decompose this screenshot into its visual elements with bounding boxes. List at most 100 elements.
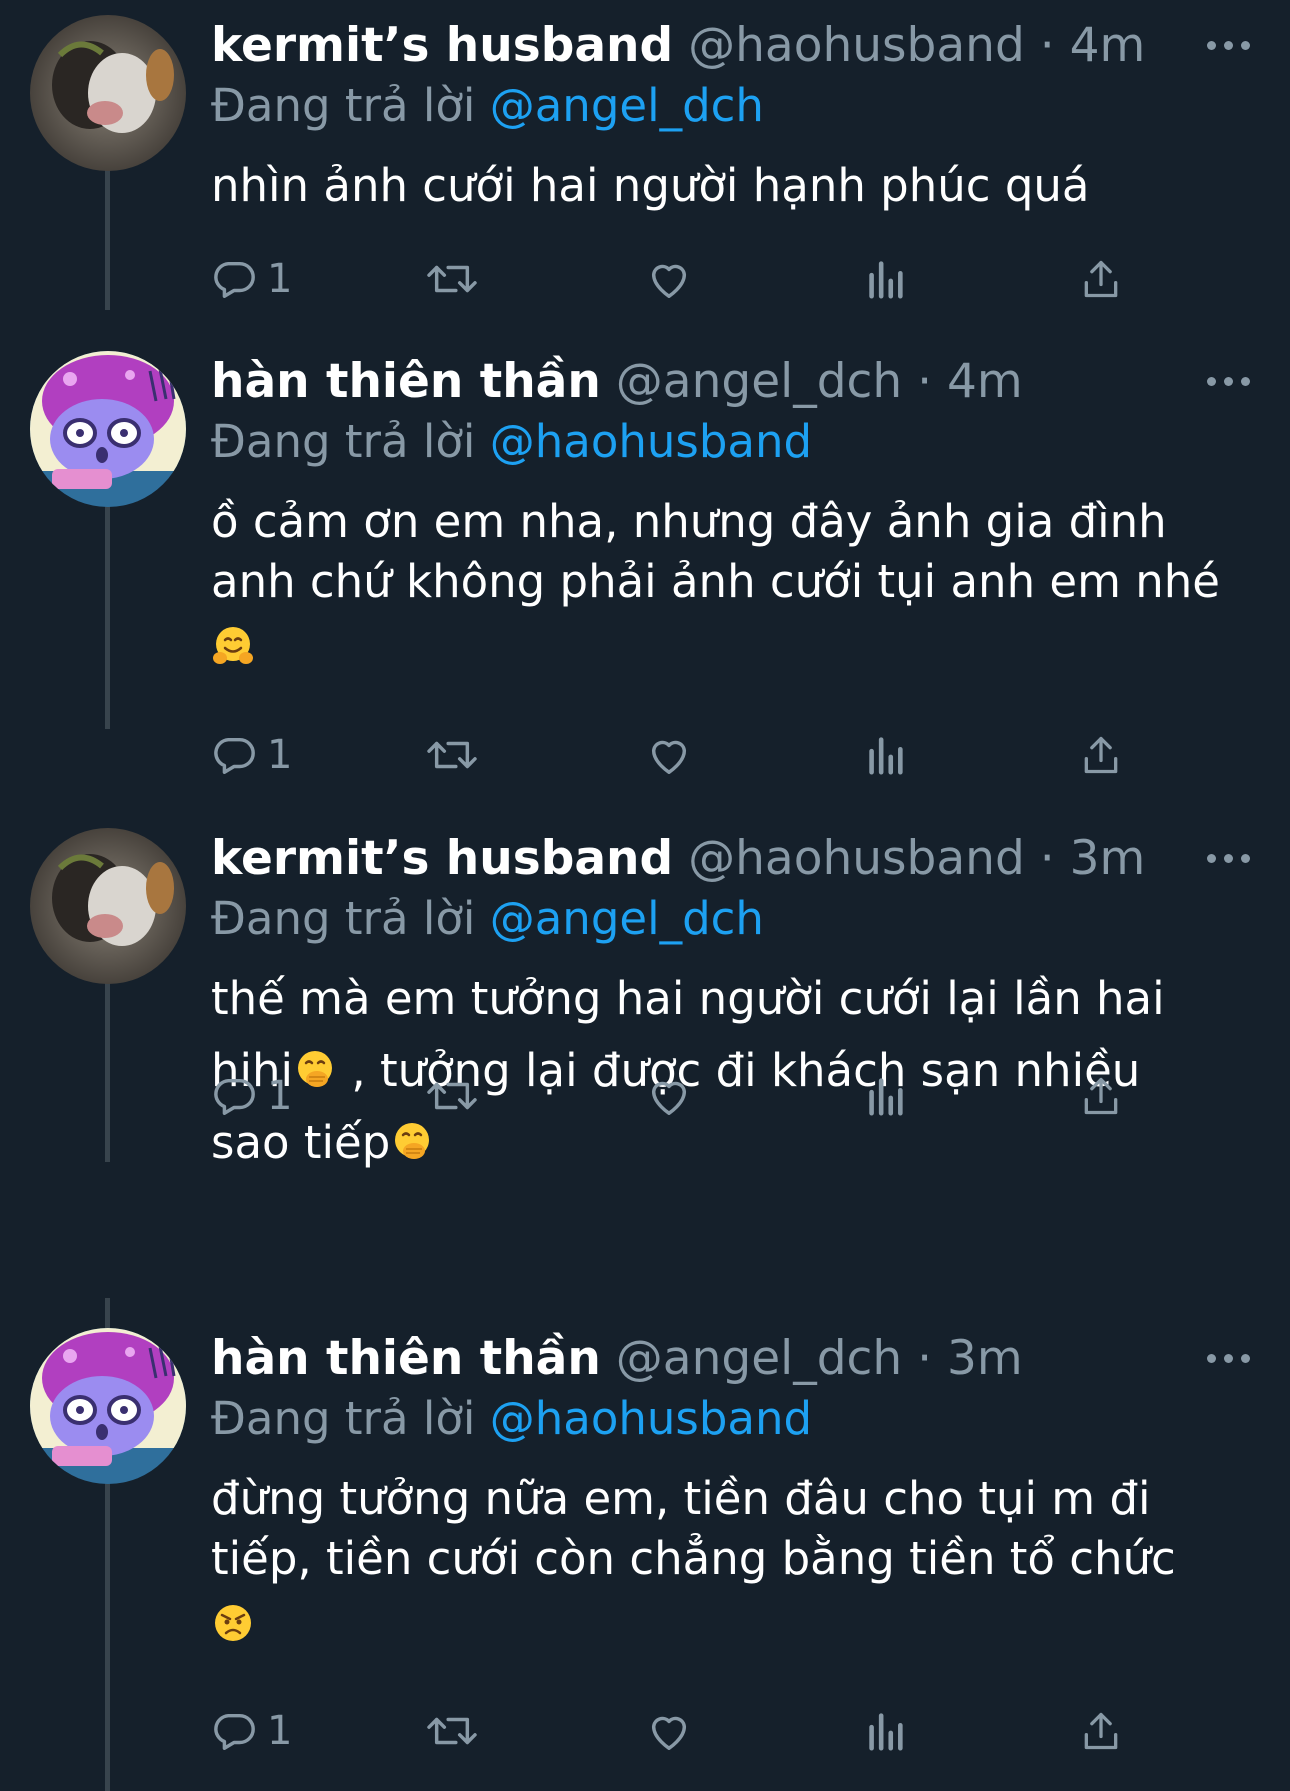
cat-photo-avatar-icon xyxy=(30,828,186,984)
tweet-text-line: tiếp, tiền cưới còn chẳng bằng tiền tổ c… xyxy=(211,1532,1176,1585)
tweet-text: ồ cảm ơn em nha, nhưng đây ảnh gia đình … xyxy=(211,492,1271,682)
user-handle[interactable]: @haohusband xyxy=(688,831,1025,886)
display-name[interactable]: hàn thiên thần xyxy=(211,354,601,409)
reply-button[interactable]: 1 xyxy=(211,1069,292,1123)
tweet-header: kermit’s husband @haohusband · 3m xyxy=(211,829,1145,889)
user-handle[interactable]: @angel_dch xyxy=(616,354,902,409)
share-icon xyxy=(1084,260,1118,298)
tweet-text-line: đừng tưởng nữa em, tiền đâu cho tụi m đi xyxy=(211,1472,1151,1525)
reply-count: 1 xyxy=(267,1073,293,1119)
tweet-text-line: ồ cảm ơn em nha, nhưng đây ảnh gia đình xyxy=(211,495,1167,548)
share-icon xyxy=(1084,1712,1118,1750)
analytics-icon xyxy=(869,1078,903,1116)
share-button[interactable] xyxy=(1079,252,1123,306)
reply-button[interactable]: 1 xyxy=(211,728,292,782)
share-button[interactable] xyxy=(1079,1069,1123,1123)
tweet[interactable]: hàn thiên thần @angel_dch · 4m Đang trả … xyxy=(0,336,1290,778)
replying-to: Đang trả lời @haohusband xyxy=(211,412,812,472)
retweet-button[interactable] xyxy=(424,1069,480,1123)
user-handle[interactable]: @angel_dch xyxy=(616,1331,902,1386)
tweet[interactable]: kermit’s husband @haohusband · 4m Đang t… xyxy=(0,0,1290,310)
tweet-text-line: anh chứ không phải ảnh cưới tụi anh em n… xyxy=(211,555,1220,608)
avatar[interactable] xyxy=(30,1328,186,1484)
replying-to-handle[interactable]: @haohusband xyxy=(490,415,812,468)
analytics-icon xyxy=(869,1713,903,1751)
tweet-actions: 1 xyxy=(211,252,1141,306)
reply-icon xyxy=(214,1713,255,1750)
like-button[interactable] xyxy=(645,728,693,782)
retweet-button[interactable] xyxy=(424,252,480,306)
timestamp[interactable]: 4m xyxy=(947,354,1023,409)
share-button[interactable] xyxy=(1079,728,1123,782)
more-options-icon[interactable] xyxy=(1205,373,1253,391)
replying-to-label: Đang trả lời xyxy=(211,1392,476,1445)
reply-icon xyxy=(214,1078,255,1115)
replying-to-handle[interactable]: @angel_dch xyxy=(490,79,764,132)
like-button[interactable] xyxy=(645,1704,693,1758)
reply-icon xyxy=(214,737,255,774)
analytics-button[interactable] xyxy=(865,1704,905,1758)
more-options-icon[interactable] xyxy=(1205,1350,1253,1368)
purple-cartoon-avatar-icon xyxy=(30,351,186,507)
cat-photo-avatar-icon xyxy=(30,15,186,171)
replying-to-label: Đang trả lời xyxy=(211,415,476,468)
timestamp[interactable]: 3m xyxy=(1070,831,1146,886)
analytics-button[interactable] xyxy=(865,1069,905,1123)
retweet-button[interactable] xyxy=(424,728,480,782)
purple-cartoon-avatar-icon xyxy=(30,1328,186,1484)
reply-icon xyxy=(214,261,255,298)
reply-button[interactable]: 1 xyxy=(211,252,292,306)
tweet-text: nhìn ảnh cưới hai người hạnh phúc quá xyxy=(211,156,1271,216)
share-icon xyxy=(1084,736,1118,774)
share-button[interactable] xyxy=(1079,1704,1123,1758)
more-options-icon[interactable] xyxy=(1205,850,1253,868)
analytics-button[interactable] xyxy=(865,252,905,306)
like-icon xyxy=(651,264,687,298)
display-name[interactable]: kermit’s husband xyxy=(211,18,673,73)
replying-to-label: Đang trả lời xyxy=(211,892,476,945)
like-button[interactable] xyxy=(645,1069,693,1123)
reply-button[interactable]: 1 xyxy=(211,1704,292,1758)
avatar[interactable] xyxy=(30,15,186,171)
like-icon xyxy=(651,740,687,774)
tweet-actions: 1 xyxy=(211,1704,1141,1758)
tweet-text: đừng tưởng nữa em, tiền đâu cho tụi m đi… xyxy=(211,1469,1271,1659)
tweet-header: hàn thiên thần @angel_dch · 3m xyxy=(211,1329,1023,1389)
avatar[interactable] xyxy=(30,828,186,984)
analytics-icon xyxy=(869,737,903,775)
display-name[interactable]: hàn thiên thần xyxy=(211,1331,601,1386)
like-icon xyxy=(651,1716,687,1750)
hugging-face-emoji-icon xyxy=(213,627,253,664)
retweet-icon xyxy=(427,1082,477,1110)
user-handle[interactable]: @haohusband xyxy=(688,18,1025,73)
tweet-text-line: 😠 xyxy=(211,1589,1271,1659)
replying-to: Đang trả lời @angel_dch xyxy=(211,889,764,949)
separator: · xyxy=(1039,831,1055,886)
retweet-icon xyxy=(427,265,477,293)
replying-to-handle[interactable]: @angel_dch xyxy=(490,892,764,945)
display-name[interactable]: kermit’s husband xyxy=(211,831,673,886)
retweet-button[interactable] xyxy=(424,1704,480,1758)
tweet-actions: 1 xyxy=(211,728,1141,782)
tweet-text-line: nhìn ảnh cưới hai người hạnh phúc quá xyxy=(211,159,1090,212)
replying-to: Đang trả lời @angel_dch xyxy=(211,76,764,136)
tweet-text-line: thế mà em tưởng hai người cưới lại lần h… xyxy=(211,972,1165,1025)
tweet-thread: kermit’s husband @haohusband · 4m Đang t… xyxy=(0,0,1290,1791)
replying-to: Đang trả lời @haohusband xyxy=(211,1389,812,1449)
timestamp[interactable]: 3m xyxy=(947,1331,1023,1386)
timestamp[interactable]: 4m xyxy=(1070,18,1146,73)
tweet-text-line: 🤗 xyxy=(211,612,1271,682)
replying-to-handle[interactable]: @haohusband xyxy=(490,1392,812,1445)
reply-count: 1 xyxy=(267,256,293,302)
like-button[interactable] xyxy=(645,252,693,306)
analytics-button[interactable] xyxy=(865,728,905,782)
tweet-header: hàn thiên thần @angel_dch · 4m xyxy=(211,352,1023,412)
tweet[interactable]: hàn thiên thần @angel_dch · 3m Đang trả … xyxy=(0,1313,1290,1783)
replying-to-label: Đang trả lời xyxy=(211,79,476,132)
reply-count: 1 xyxy=(267,1708,293,1754)
reply-count: 1 xyxy=(267,732,293,778)
face-with-hand-over-mouth-emoji-icon xyxy=(395,1123,430,1159)
more-options-icon[interactable] xyxy=(1205,37,1253,55)
avatar[interactable] xyxy=(30,351,186,507)
tweet[interactable]: kermit’s husband @haohusband · 3m Đang t… xyxy=(0,813,1290,1233)
